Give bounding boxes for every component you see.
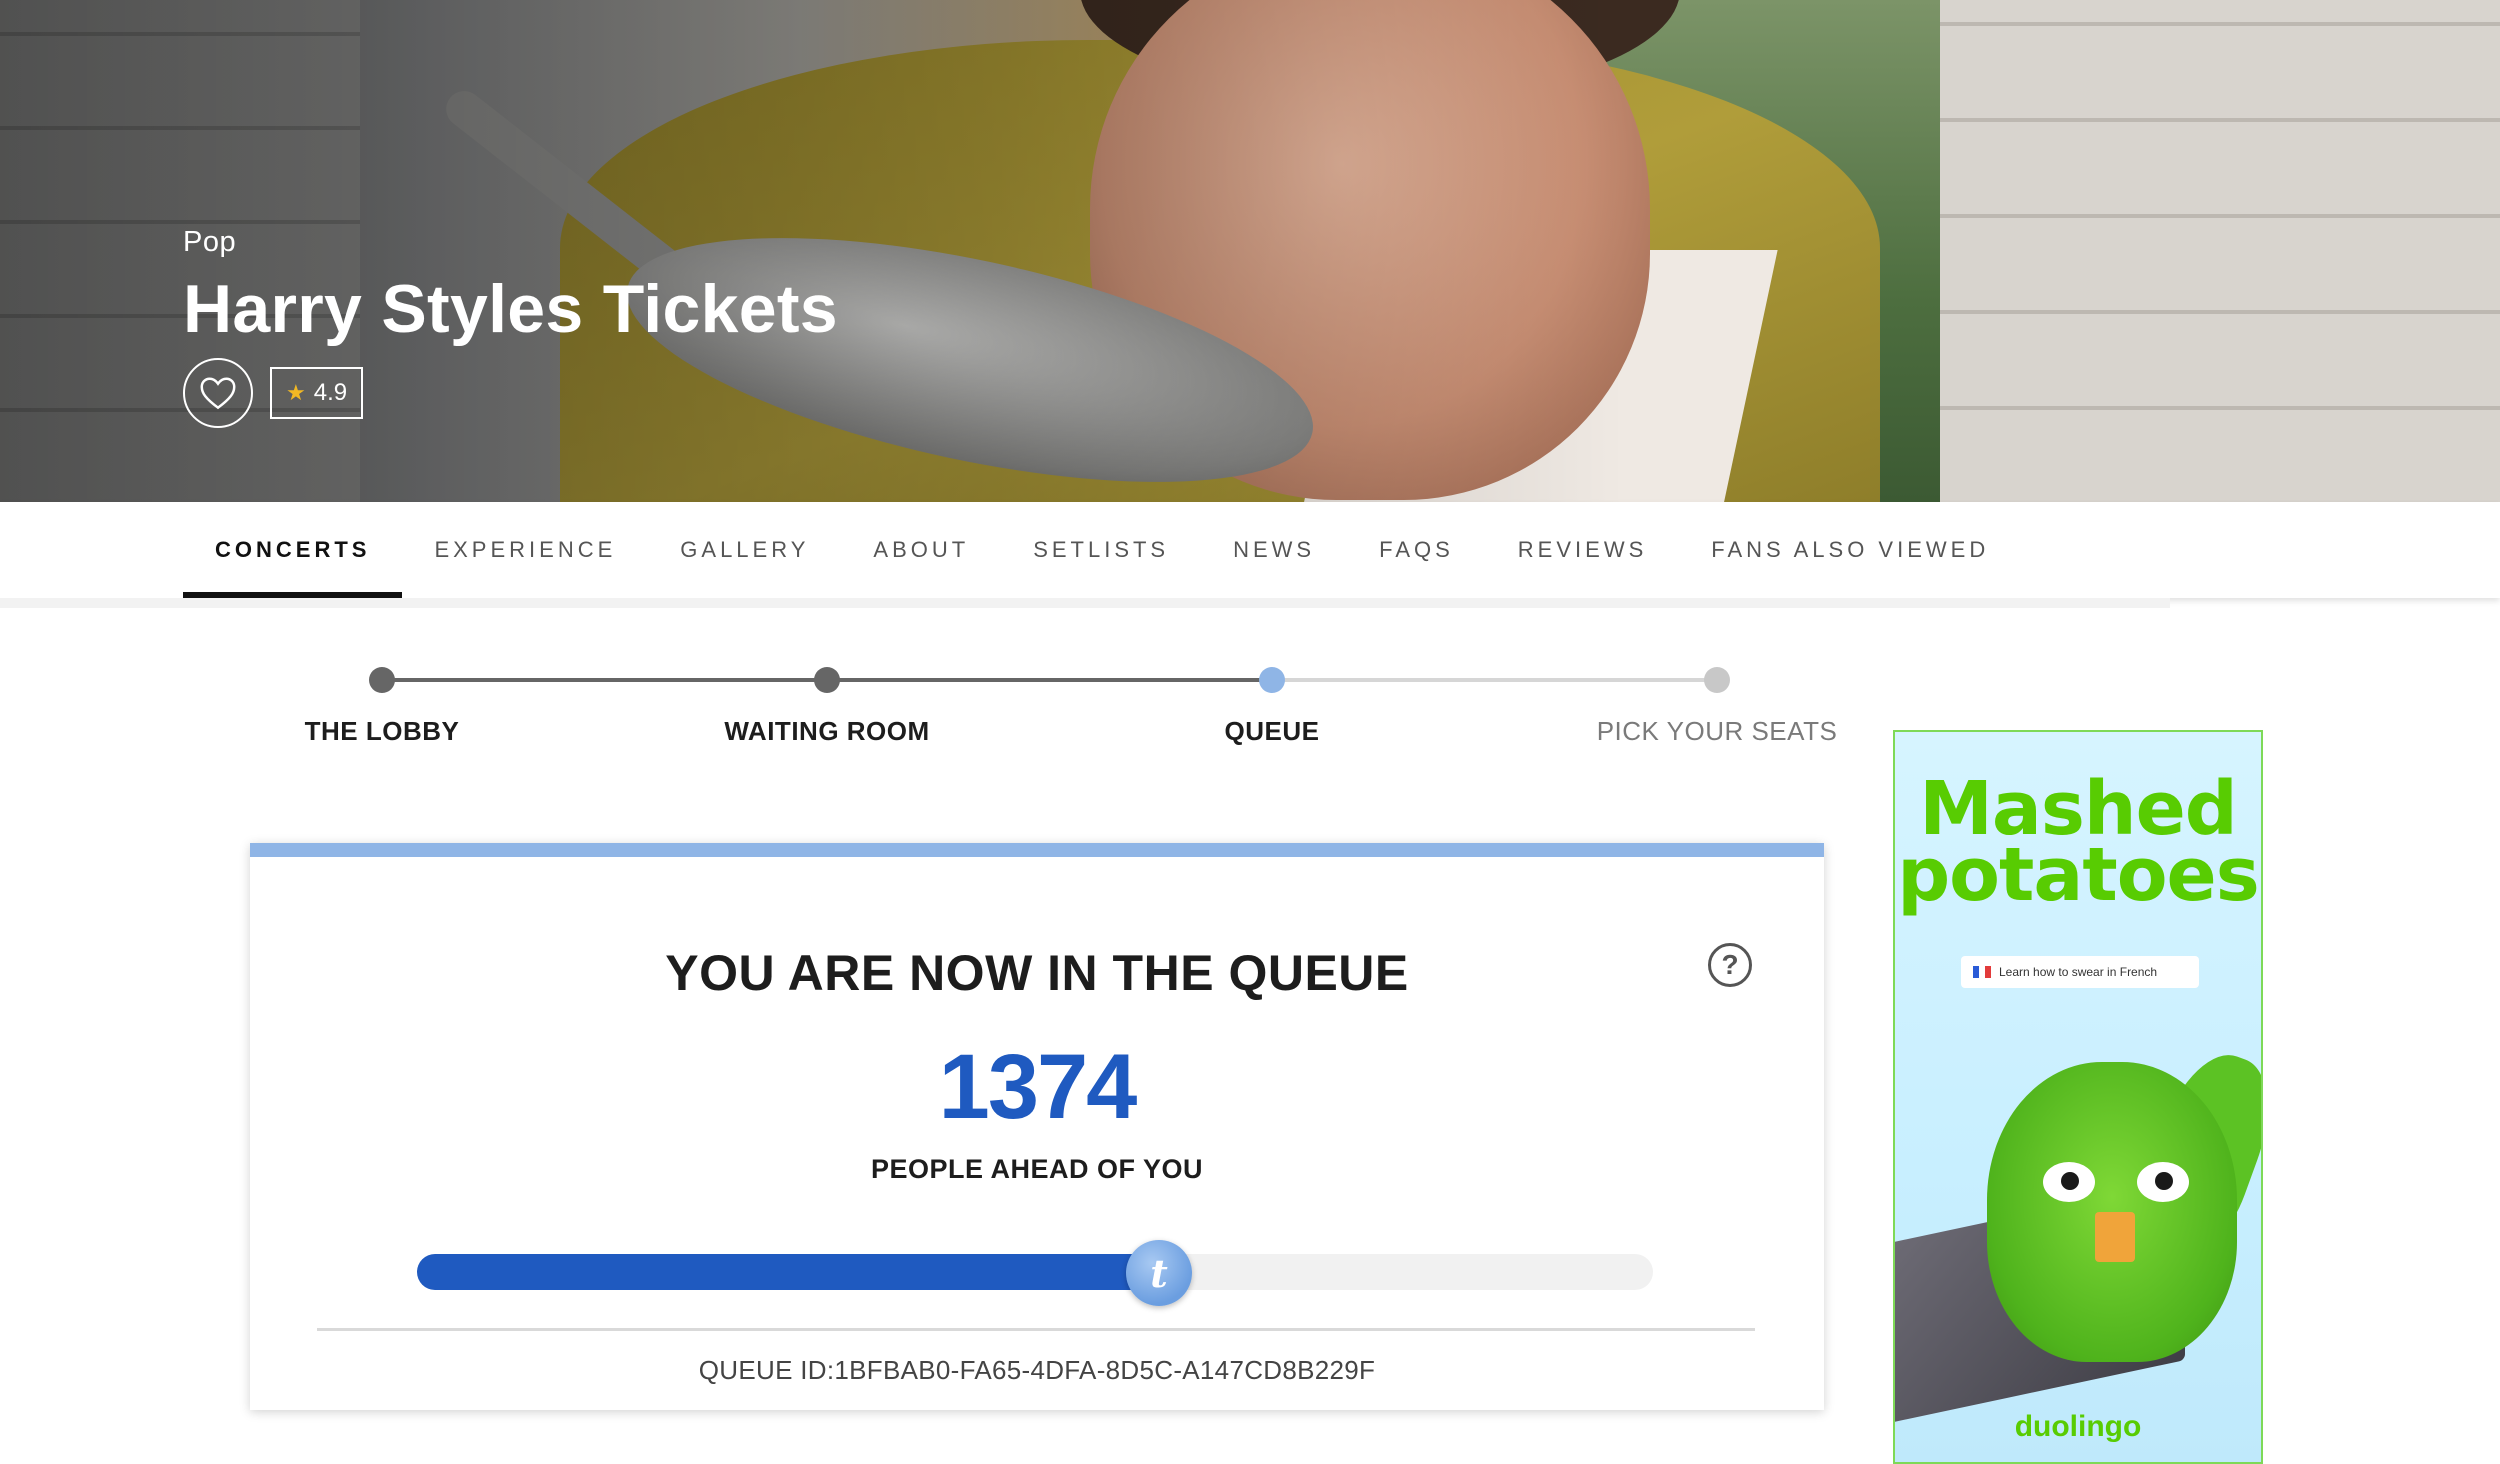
tab-about[interactable]: ABOUT	[841, 502, 1001, 598]
stepper-connector	[382, 678, 827, 682]
favorite-button[interactable]	[183, 358, 253, 428]
people-ahead-count: 1374	[938, 1036, 1138, 1138]
stepper-label-queue: QUEUE	[1224, 716, 1320, 746]
ad-headline-line2: potatoes	[1897, 832, 2260, 918]
stepper-dot-queue	[1259, 667, 1285, 693]
stepper-dot-the-lobby	[369, 667, 395, 693]
ad-pill-text: Learn how to swear in French	[1999, 965, 2158, 979]
queue-progress-track: t	[417, 1240, 1653, 1306]
ad-pill: Learn how to swear in French	[1961, 956, 2199, 988]
owl-eye-left	[2043, 1162, 2095, 1202]
tab-setlists[interactable]: SETLISTS	[1001, 502, 1201, 598]
stepper-label-waiting-room: WAITING ROOM	[724, 716, 930, 746]
stepper-connector	[827, 678, 1272, 682]
tab-experience[interactable]: EXPERIENCE	[402, 502, 648, 598]
tab-faqs[interactable]: FAQS	[1347, 502, 1486, 598]
page-title: Harry Styles Tickets	[183, 271, 838, 347]
people-ahead-label: PEOPLE AHEAD OF YOU	[870, 1154, 1204, 1184]
queue-progress-fill	[417, 1254, 1159, 1290]
stepper-label-the-lobby: THE LOBBY	[304, 716, 460, 746]
tab-fans-also-viewed[interactable]: FANS ALSO VIEWED	[1679, 502, 2021, 598]
heart-outline-icon	[200, 377, 236, 410]
help-icon[interactable]: ?	[1708, 943, 1752, 987]
tab-concerts[interactable]: CONCERTS	[183, 502, 403, 598]
hero-shade	[0, 0, 2500, 502]
star-icon: ★	[286, 380, 306, 405]
section-nav: CONCERTS EXPERIENCE GALLERY ABOUT SETLISTS NE…	[0, 502, 2500, 598]
tab-news[interactable]: NEWS	[1201, 502, 1347, 598]
genre-label: Pop	[183, 226, 237, 258]
rating-value: 4.9	[313, 379, 348, 406]
nav-divider	[0, 598, 2170, 608]
ad-brand: duolingo	[2014, 1410, 2142, 1443]
duolingo-ad[interactable]: Mashed potatoes Learn how to swear in Fr…	[1893, 730, 2263, 1464]
stepper-dot-waiting-room	[814, 667, 840, 693]
stepper-label-pick-your-seats: PICK YOUR SEATS	[1596, 716, 1838, 746]
queue-stepper: THE LOBBY WAITING ROOM QUEUE PICK YOUR SEAT…	[0, 660, 1860, 760]
rating-badge[interactable]: ★ 4.9	[270, 367, 364, 419]
tab-gallery[interactable]: GALLERY	[648, 502, 841, 598]
queue-id: QUEUE ID:1BFBAB0-FA65-4DFA-8D5C-A147CD8B…	[698, 1355, 1376, 1385]
hero-banner: Pop Harry Styles Tickets ★ 4.9	[0, 0, 2500, 502]
card-divider	[317, 1328, 1755, 1331]
stepper-connector	[1272, 678, 1717, 682]
owl-beak	[2095, 1212, 2135, 1262]
queue-card: YOU ARE NOW IN THE QUEUE ? 1374 PEOPLE A…	[250, 843, 1824, 1410]
french-flag-icon	[1973, 966, 1991, 978]
tab-reviews[interactable]: REVIEWS	[1486, 502, 1679, 598]
nav-tabs: CONCERTS EXPERIENCE GALLERY ABOUT SETLISTS NE…	[183, 502, 2021, 598]
queue-heading: YOU ARE NOW IN THE QUEUE	[665, 945, 1409, 1001]
stepper-dot-pick-your-seats	[1704, 667, 1730, 693]
ad-headline: Mashed potatoes	[1895, 772, 2261, 918]
owl-eye-right	[2137, 1162, 2189, 1202]
ticketmaster-t-icon: t	[1126, 1240, 1192, 1306]
